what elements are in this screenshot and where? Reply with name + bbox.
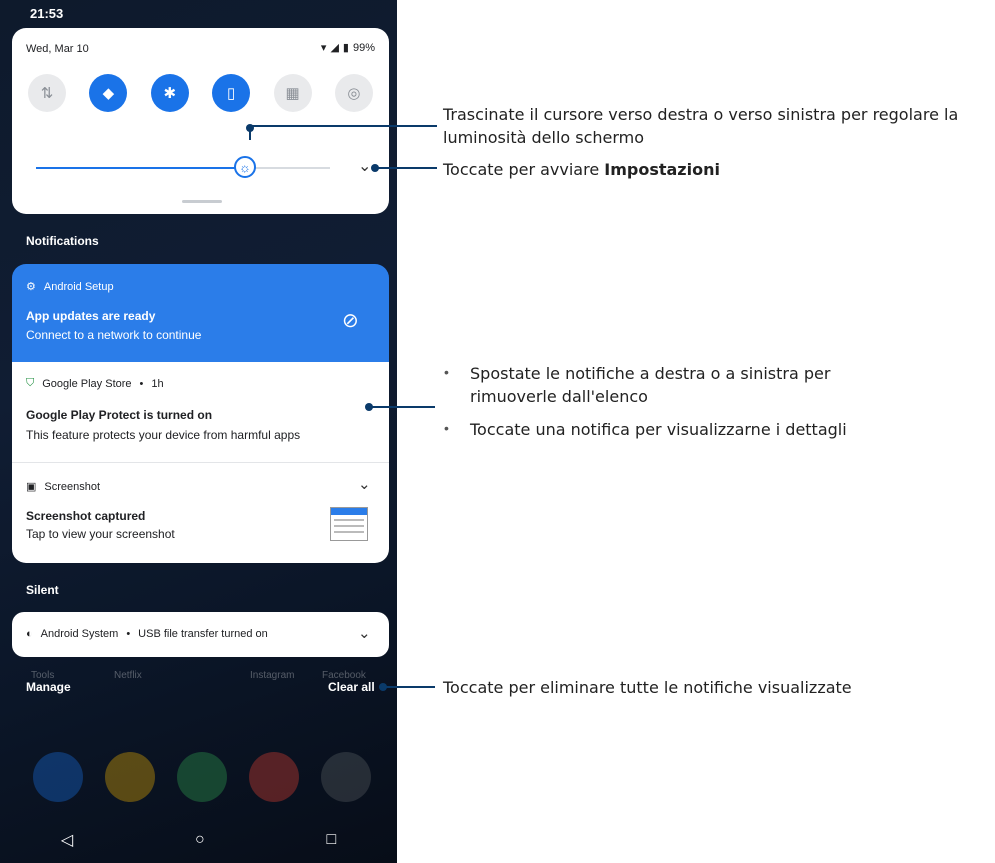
android-setup-app-row: ⚙ Android Setup bbox=[26, 280, 114, 294]
brightness-slider[interactable] bbox=[36, 167, 330, 169]
vibrate-tile[interactable]: ▯ bbox=[212, 74, 251, 112]
bullet-2: • bbox=[444, 420, 449, 436]
play-store-title: Google Play Protect is turned on bbox=[26, 408, 213, 422]
mobile-data-tile[interactable]: ⇅ bbox=[28, 74, 66, 112]
nfc-tile[interactable]: ◎ bbox=[334, 74, 373, 112]
brightness-thumb[interactable]: ☼ bbox=[234, 156, 256, 178]
android-setup-title: App updates are ready bbox=[26, 309, 156, 323]
swipe-annotation: Spostate le notifiche a destra o a sinis… bbox=[470, 364, 831, 406]
android-setup-notification[interactable]: ⚙ Android Setup App updates are ready Co… bbox=[12, 264, 389, 362]
quick-tiles: ⇅ ◆ ✱ ▯ ▦ ◎ bbox=[28, 74, 373, 112]
notification-callout-line bbox=[369, 406, 435, 408]
bluetooth-tile[interactable]: ✱ bbox=[150, 74, 189, 112]
screenshot-thumbnail bbox=[330, 507, 368, 541]
separator-dot: • bbox=[126, 628, 131, 640]
wifi-icon: ◆ bbox=[102, 85, 115, 102]
bullet-1: • bbox=[444, 364, 449, 380]
quick-settings-panel: Wed, Mar 10 ▾ ◢ ▮ 99% ⇅ ◆ ✱ ▯ ▦ ◎ ☼ ⌄ bbox=[12, 28, 389, 214]
clear-all-button[interactable]: Clear all bbox=[328, 680, 375, 694]
play-store-app-name: Google Play Store bbox=[42, 377, 132, 390]
play-store-body: This feature protects your device from h… bbox=[26, 428, 301, 442]
settings-callout-line bbox=[375, 167, 437, 169]
settings-annotation: Toccate per avviare Impostazioni bbox=[443, 158, 983, 181]
drag-handle[interactable] bbox=[182, 200, 222, 203]
chevron-down-icon[interactable]: ⌄ bbox=[358, 475, 371, 493]
chevron-down-icon[interactable]: ⌄ bbox=[358, 624, 371, 642]
recents-icon[interactable]: □ bbox=[326, 831, 336, 849]
android-system-icon: ◐ bbox=[26, 628, 33, 640]
brightness-icon: ☼ bbox=[239, 159, 251, 175]
chrome-app-icon[interactable] bbox=[249, 752, 299, 802]
android-system-app-name: Android System bbox=[40, 628, 119, 640]
status-time: 21:53 bbox=[30, 6, 64, 21]
tap-annotation: Toccate una notifica per visualizzarne i… bbox=[470, 420, 847, 439]
android-system-text: USB file transfer turned on bbox=[138, 628, 268, 640]
screenshot-body: Tap to view your screenshot bbox=[26, 527, 175, 541]
screenshot-app-row: ▣ Screenshot bbox=[26, 480, 101, 494]
play-store-app-icon[interactable] bbox=[177, 752, 227, 802]
camera-app-icon[interactable] bbox=[321, 752, 371, 802]
screenshot-app-name: Screenshot bbox=[44, 480, 101, 493]
manage-button[interactable]: Manage bbox=[26, 680, 71, 694]
vibrate-icon: ▯ bbox=[227, 85, 236, 102]
signal-icon: ◢ bbox=[330, 42, 339, 54]
wifi-off-icon: ⊘ bbox=[342, 310, 359, 332]
nfc-icon: ◎ bbox=[347, 85, 361, 102]
android-setup-app-name: Android Setup bbox=[43, 280, 114, 293]
play-store-notification[interactable]: ⛉ Google Play Store • 1h Google Play Pro… bbox=[12, 362, 389, 462]
android-system-row: ◐ Android System • USB file transfer tur… bbox=[26, 628, 268, 640]
clear-callout-line bbox=[383, 686, 435, 688]
messages-app-icon[interactable] bbox=[105, 752, 155, 802]
separator-dot: • bbox=[139, 377, 144, 390]
bluetooth-icon: ✱ bbox=[163, 85, 177, 102]
brightness-fill bbox=[36, 167, 248, 169]
android-setup-body: Connect to a network to continue bbox=[26, 328, 202, 342]
home-icon[interactable]: ○ bbox=[195, 831, 205, 849]
battery-icon: ▮ bbox=[342, 42, 349, 54]
image-icon: ▣ bbox=[26, 481, 37, 493]
settings-annotation-text: Toccate per avviare bbox=[443, 160, 605, 179]
notifications-header: Notifications bbox=[26, 234, 99, 248]
home-label: Instagram bbox=[250, 670, 295, 681]
settings-annotation-bold: Impostazioni bbox=[604, 160, 720, 179]
back-icon[interactable]: ◁ bbox=[61, 830, 73, 850]
brightness-annotation: Trascinate il cursore verso destra o ver… bbox=[443, 105, 959, 147]
qr-scanner-tile[interactable]: ▦ bbox=[273, 74, 312, 112]
phone-screen: 21:53 Wed, Mar 10 ▾ ◢ ▮ 99% ⇅ ◆ ✱ ▯ ▦ ◎ … bbox=[0, 0, 397, 863]
brightness-callout-line bbox=[250, 125, 437, 127]
chevron-down-icon: ⌄ bbox=[358, 158, 372, 175]
wifi-status-icon: ▾ bbox=[320, 42, 327, 54]
home-label: Netflix bbox=[114, 670, 142, 681]
expand-settings-button[interactable]: ⌄ bbox=[358, 156, 371, 176]
navigation-bar: ◁ ○ □ bbox=[0, 816, 397, 863]
date-label: Wed, Mar 10 bbox=[26, 43, 89, 55]
wifi-tile[interactable]: ◆ bbox=[89, 74, 128, 112]
screenshot-title: Screenshot captured bbox=[26, 509, 146, 523]
silent-header: Silent bbox=[26, 583, 59, 597]
brightness-callout-line bbox=[249, 126, 251, 140]
play-store-time: 1h bbox=[151, 377, 164, 390]
gear-icon: ⚙ bbox=[26, 281, 36, 293]
phone-app-icon[interactable] bbox=[33, 752, 83, 802]
play-protect-icon: ⛉ bbox=[26, 377, 35, 389]
clear-annotation: Toccate per eliminare tutte le notifiche… bbox=[443, 678, 852, 697]
battery-percent: 99% bbox=[352, 41, 375, 54]
mobile-data-icon: ⇅ bbox=[40, 85, 54, 102]
qr-scanner-icon: ▦ bbox=[285, 85, 300, 102]
play-store-app-row: ⛉ Google Play Store • 1h bbox=[26, 377, 164, 390]
android-system-notification[interactable]: ◐ Android System • USB file transfer tur… bbox=[12, 612, 389, 657]
status-icons: ▾ ◢ ▮ 99% bbox=[320, 41, 375, 55]
